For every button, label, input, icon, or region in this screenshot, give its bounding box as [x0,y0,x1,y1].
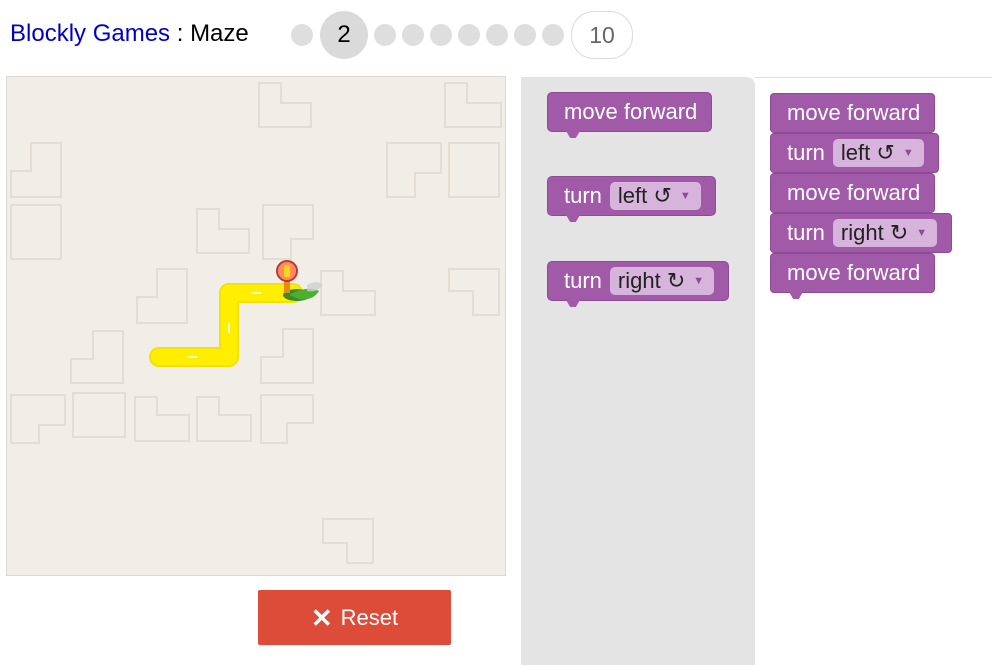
dropdown-arrow-icon: ▼ [693,275,705,287]
level-7-dot[interactable] [486,24,508,46]
dropdown-value: right ↻ [617,268,686,293]
toolbox-turn-left-block[interactable]: turn left ↺ ▼ [547,176,716,222]
blockly-games-link[interactable]: Blockly Games [10,20,170,47]
level-5-dot[interactable] [430,24,452,46]
dropdown-value: left ↺ [840,140,895,165]
level-6-dot[interactable] [458,24,480,46]
direction-dropdown[interactable]: left ↺ ▼ [609,182,701,210]
workspace-move-forward-block[interactable]: move forward [770,93,936,133]
block-label: move forward [787,100,921,125]
dropdown-value: left ↺ [617,183,672,208]
block-label: move forward [564,99,698,124]
direction-dropdown[interactable]: left ↺ ▼ [832,139,924,167]
level-8-dot[interactable] [514,24,536,46]
dropdown-value: right ↻ [840,220,909,245]
dropdown-arrow-icon: ▼ [679,190,691,202]
block-label: turn [787,220,825,245]
page-title: Blockly Games : Maze [10,19,249,49]
title-separator: : [170,20,191,47]
level-10-button[interactable]: 10 [571,11,633,59]
block-label: turn [564,268,602,293]
reset-button[interactable]: ✕ Reset [258,590,451,645]
reset-label: Reset [340,604,399,630]
block-label: turn [787,140,825,165]
level-1-dot[interactable] [291,24,313,46]
block-label: move forward [787,260,921,285]
maze-display [6,76,506,576]
direction-dropdown[interactable]: right ↻ ▼ [609,267,715,295]
block-label: turn [564,183,602,208]
toolbox-move-forward-block[interactable]: move forward [547,92,713,138]
direction-dropdown[interactable]: right ↻ ▼ [832,219,938,247]
workspace-turn-right-block[interactable]: turn right ↻ ▼ [770,213,953,253]
level-4-dot[interactable] [402,24,424,46]
toolbox-flyout: move forward turn left ↺ ▼ turn right ↻ ▼ [521,77,755,665]
workspace-move-forward-block[interactable]: move forward [770,253,936,299]
level-selector: 2 10 [288,10,636,60]
block-label: move forward [787,180,921,205]
level-9-dot[interactable] [542,24,564,46]
close-icon: ✕ [310,602,333,633]
toolbox-turn-right-block[interactable]: turn right ↻ ▼ [547,261,730,307]
level-2-current[interactable]: 2 [320,11,368,59]
header: Blockly Games : Maze 2 10 [0,0,992,70]
maze-canvas [10,82,502,564]
dropdown-arrow-icon: ▼ [916,227,928,239]
blockly-workspace[interactable]: move forward turn left ↺ ▼ move forward t… [755,78,992,665]
game-name: Maze [190,20,249,47]
maze-wall-tiles [10,82,502,564]
level-3-dot[interactable] [374,24,396,46]
workspace-move-forward-block[interactable]: move forward [770,173,936,213]
workspace-turn-left-block[interactable]: turn left ↺ ▼ [770,133,939,173]
dropdown-arrow-icon: ▼ [902,147,914,159]
